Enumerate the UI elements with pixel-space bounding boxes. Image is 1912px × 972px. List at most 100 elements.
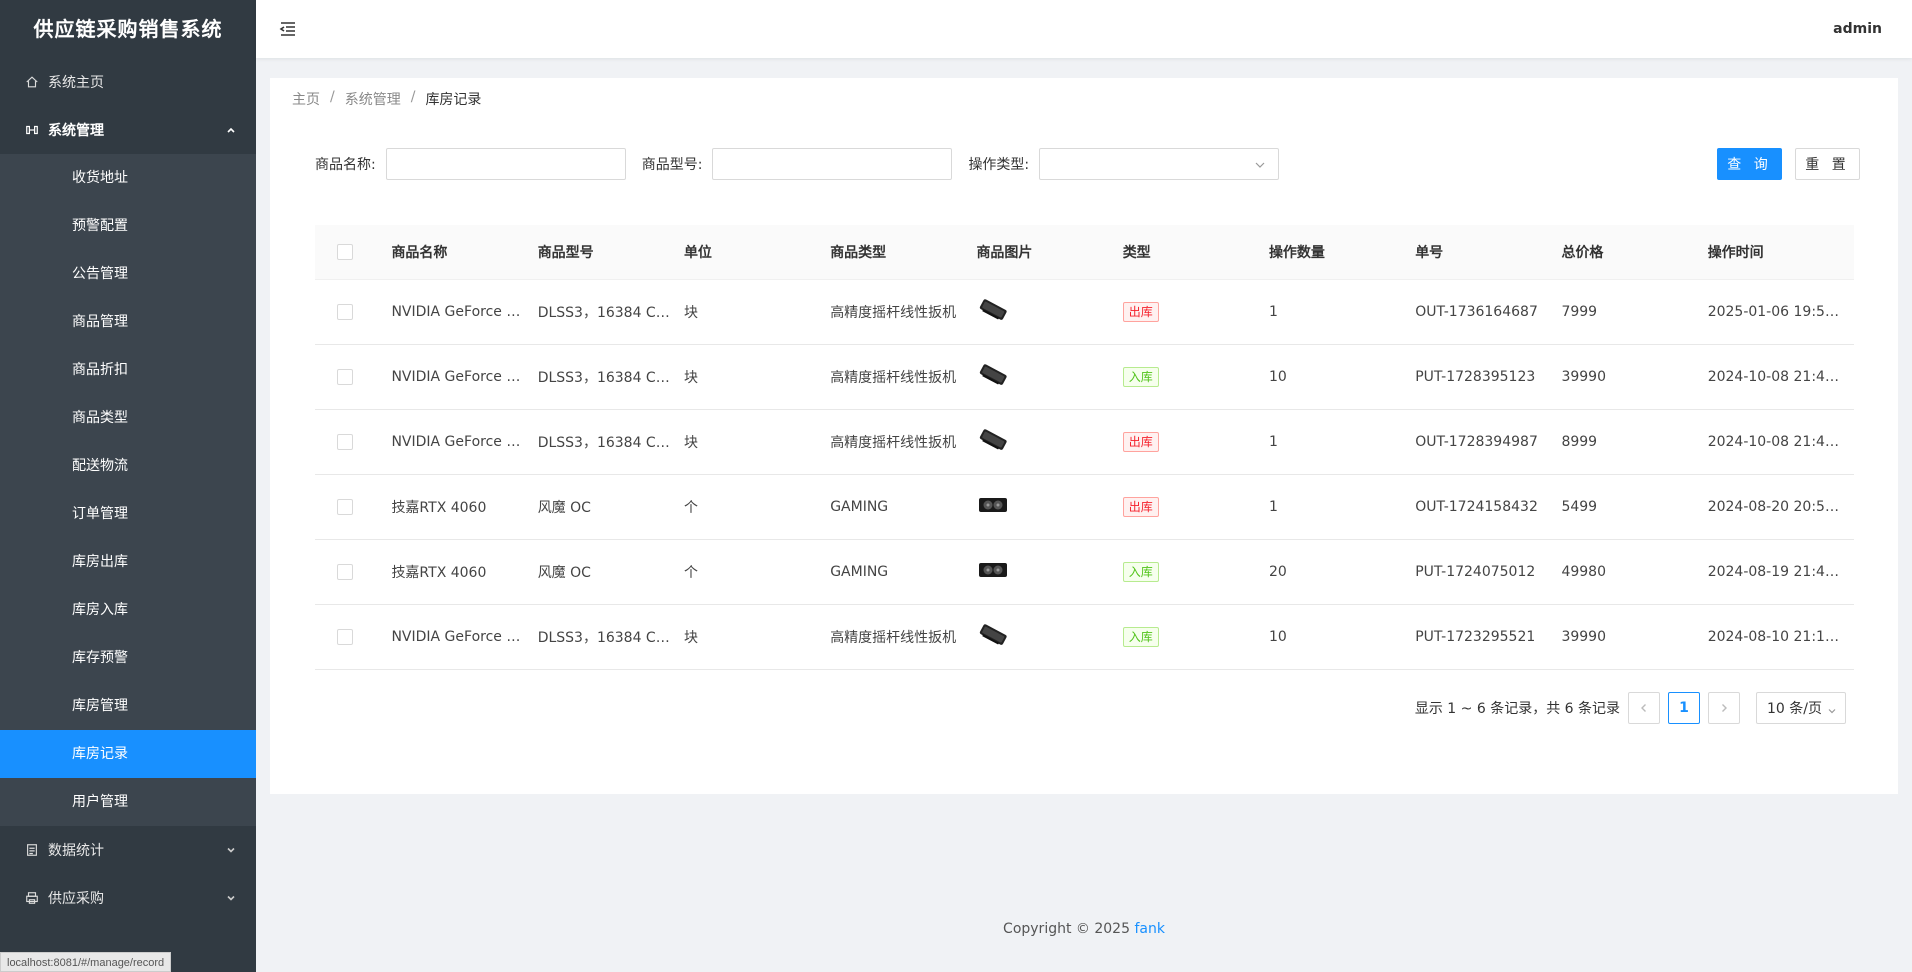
menu-item-home[interactable]: 系统主页 (0, 58, 256, 106)
product-thumbnail[interactable] (976, 557, 1010, 583)
cell-image (976, 557, 1122, 587)
menu-group-system[interactable]: 系统管理 (0, 106, 256, 154)
row-checkbox-cell (315, 369, 391, 385)
cell-model: 风魔 OC (537, 565, 591, 581)
cell-qty: 1 (1268, 304, 1278, 320)
type-filter-select[interactable] (1039, 148, 1280, 180)
table-row[interactable]: NVIDIA GeForce RTX 4090DLSS3，16384 CUDA块… (315, 605, 1854, 670)
menu-group-supply[interactable]: 供应采购 (0, 874, 256, 922)
row-checkbox-cell (315, 304, 391, 320)
cell-model: DLSS3，16384 CUDA (537, 435, 684, 451)
row-checkbox[interactable] (337, 499, 353, 515)
table-row[interactable]: NVIDIA GeForce RTX 4090DLSS3，16384 CUDA块… (315, 410, 1854, 475)
cell-total: 7999 (1561, 304, 1598, 320)
cell-name: NVIDIA GeForce RTX 4090 (391, 304, 537, 320)
table-row[interactable]: NVIDIA GeForce RTX 4090DLSS3，16384 CUDA块… (315, 345, 1854, 410)
product-thumbnail[interactable] (976, 427, 1010, 453)
cell-kind: 入库 (1122, 562, 1269, 582)
row-checkbox[interactable] (337, 434, 353, 450)
content-card: 主页 / 系统管理 / 库房记录 商品名称: 商品型号: 操作类型: 查 询 重… (270, 78, 1898, 794)
name-filter-label: 商品名称: (315, 157, 376, 173)
cell-category: GAMING (830, 499, 889, 515)
system-submenu: 收货地址 预警配置 公告管理 商品管理 商品折扣 商品类型 配送物流 订单管理 库房出库 库房入库… (0, 154, 256, 826)
row-checkbox[interactable] (337, 629, 353, 645)
column-header: 商品图片 (976, 245, 1033, 261)
user-name[interactable]: admin (1833, 0, 1882, 58)
cell-kind: 出库 (1122, 497, 1269, 517)
product-thumbnail[interactable] (976, 297, 1010, 323)
cell-category: GAMING (830, 564, 889, 580)
column-header: 单号 (1415, 245, 1444, 261)
sidebar-sub-item[interactable]: 预警配置 (0, 202, 256, 250)
chevron-down-icon (1827, 704, 1837, 714)
cell-kind: 出库 (1122, 432, 1269, 452)
breadcrumb-parent[interactable]: 系统管理 (345, 89, 401, 109)
sidebar-sub-item[interactable]: 订单管理 (0, 490, 256, 538)
menu-toggle-icon[interactable] (278, 19, 298, 39)
cell-order-no: PUT-1724075012 (1415, 564, 1536, 580)
cell-unit: 个 (683, 500, 698, 516)
sidebar-sub-item[interactable]: 商品折扣 (0, 346, 256, 394)
sidebar-sub-item[interactable]: 配送物流 (0, 442, 256, 490)
breadcrumb-separator: / (410, 89, 416, 105)
sidebar-sub-item[interactable]: 库房管理 (0, 682, 256, 730)
sidebar-sub-item[interactable]: 商品类型 (0, 394, 256, 442)
row-checkbox[interactable] (337, 304, 353, 320)
column-header: 商品名称 (391, 245, 448, 261)
filter-bar: 商品名称: 商品型号: 操作类型: (315, 148, 1280, 180)
cell-image (976, 622, 1122, 652)
sidebar-sub-item[interactable]: 商品管理 (0, 298, 256, 346)
cell-unit: 块 (683, 305, 698, 321)
page-size-value: 10 条/页 (1767, 701, 1822, 717)
sidebar-sub-item[interactable]: 库存预警 (0, 634, 256, 682)
table-row[interactable]: NVIDIA GeForce RTX 4090DLSS3，16384 CUDA块… (315, 280, 1854, 345)
sidebar-sub-item[interactable]: 库房出库 (0, 538, 256, 586)
name-filter-input[interactable] (385, 148, 626, 180)
next-page-button[interactable] (1708, 692, 1740, 724)
menu-group-stats[interactable]: 数据统计 (0, 826, 256, 874)
top-header: admin (256, 0, 1912, 58)
cell-unit: 个 (683, 565, 698, 581)
row-checkbox[interactable] (337, 369, 353, 385)
cell-name: NVIDIA GeForce RTX 4090 (391, 369, 537, 385)
cell-total: 39990 (1561, 629, 1606, 645)
page-size-select[interactable]: 10 条/页 (1756, 692, 1846, 724)
cell-time: 2024-10-08 21:43:07 (1707, 434, 1854, 450)
cell-kind: 入库 (1122, 367, 1269, 387)
row-checkbox-cell (315, 499, 391, 515)
select-all-checkbox[interactable] (337, 244, 353, 260)
record-table: 商品名称 商品型号 单位 商品类型 商品图片 类型 操作数量 单号 总价格 操作时间 NVIDIA… (315, 225, 1854, 670)
menu-label: 供应采购 (48, 891, 104, 907)
table-row[interactable]: 技嘉RTX 4060 风魔 OC 个 GAMING 入库 20 PUT-1724075012… (315, 540, 1854, 605)
row-checkbox-cell (315, 629, 391, 645)
breadcrumb-home[interactable]: 主页 (292, 89, 320, 109)
cell-name: 技嘉RTX 4060 (391, 565, 487, 581)
prev-page-button[interactable] (1628, 692, 1660, 724)
cell-time: 2024-08-10 21:12:01 (1707, 629, 1854, 645)
product-thumbnail[interactable] (976, 622, 1010, 648)
reset-button[interactable]: 重 置 (1795, 148, 1860, 180)
page-number-button[interactable]: 1 (1668, 692, 1700, 724)
query-button[interactable]: 查 询 (1717, 148, 1782, 180)
product-thumbnail[interactable] (976, 362, 1010, 388)
cell-kind: 出库 (1122, 302, 1269, 322)
product-thumbnail[interactable] (976, 492, 1010, 518)
kind-tag: 入库 (1122, 627, 1159, 647)
kind-tag: 出库 (1122, 497, 1159, 517)
model-filter-input[interactable] (712, 148, 953, 180)
row-checkbox-cell (315, 564, 391, 580)
sidebar-sub-item[interactable]: 库房入库 (0, 586, 256, 634)
cell-unit: 块 (683, 370, 698, 386)
sidebar-sub-item[interactable]: 公告管理 (0, 250, 256, 298)
cell-time: 2024-08-19 21:43:32 (1707, 564, 1854, 580)
cell-category: 高精度摇杆线性扳机 (830, 630, 957, 646)
sidebar-sub-item[interactable]: 用户管理 (0, 778, 256, 826)
footer-author-link[interactable]: fank (1134, 921, 1165, 937)
cell-name: NVIDIA GeForce RTX 4090 (391, 434, 537, 450)
sidebar-sub-item[interactable]: 收货地址 (0, 154, 256, 202)
sidebar-sub-item[interactable]: 库房记录 (0, 730, 256, 778)
row-checkbox[interactable] (337, 564, 353, 580)
cell-total: 49980 (1561, 564, 1606, 580)
table-row[interactable]: 技嘉RTX 4060 风魔 OC 个 GAMING 出库 1 OUT-1724158432 5… (315, 475, 1854, 540)
cell-order-no: OUT-1724158432 (1415, 499, 1538, 515)
